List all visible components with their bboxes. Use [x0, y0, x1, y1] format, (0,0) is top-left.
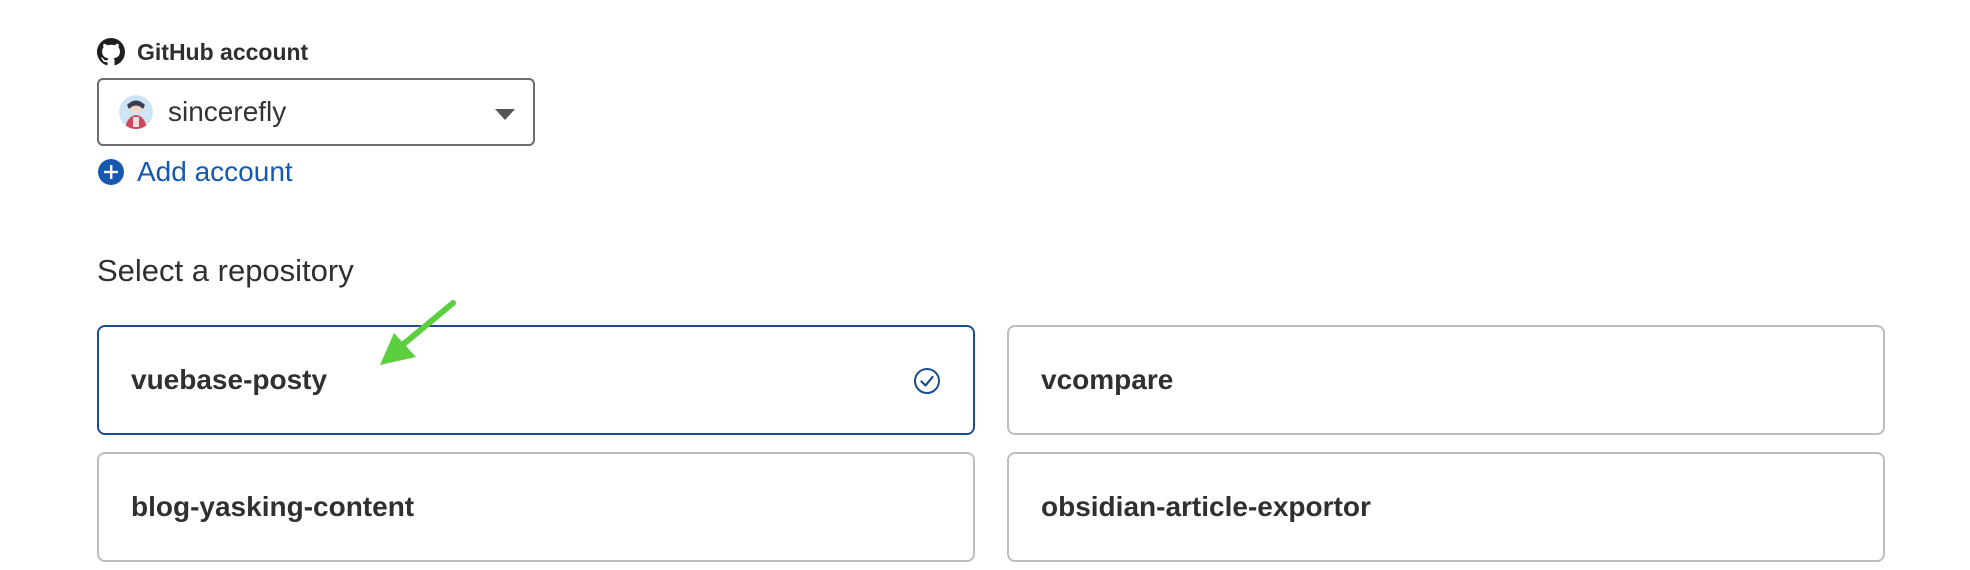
add-account-link[interactable]: Add account	[97, 156, 293, 188]
repository-heading: Select a repository	[97, 253, 354, 288]
repository-name: obsidian-article-exportor	[1041, 491, 1371, 522]
chevron-down-icon	[495, 109, 515, 120]
account-section: GitHub account sincerefly Add account	[97, 36, 535, 187]
repository-name: vcompare	[1041, 364, 1174, 395]
github-icon	[97, 38, 125, 66]
repository-list: vuebase-posty vcompare blog-yasking-cont…	[97, 325, 1885, 562]
repository-card-obsidian-article-exportor[interactable]: obsidian-article-exportor	[1007, 452, 1885, 562]
check-circle-icon	[913, 367, 941, 395]
account-label-text: GitHub account	[137, 38, 309, 65]
repository-card-blog-yasking-content[interactable]: blog-yasking-content	[97, 452, 975, 562]
add-account-label: Add account	[137, 156, 293, 187]
repository-name: vuebase-posty	[131, 364, 328, 395]
github-account-select[interactable]: sincerefly	[97, 78, 535, 146]
repository-card-vuebase-posty[interactable]: vuebase-posty	[97, 325, 975, 435]
repository-card-vcompare[interactable]: vcompare	[1007, 325, 1885, 435]
repository-name: blog-yasking-content	[131, 491, 415, 522]
account-select-value: sincerefly	[168, 96, 287, 127]
plus-circle-icon	[97, 158, 125, 186]
account-label: GitHub account	[97, 36, 308, 68]
avatar	[119, 95, 153, 129]
